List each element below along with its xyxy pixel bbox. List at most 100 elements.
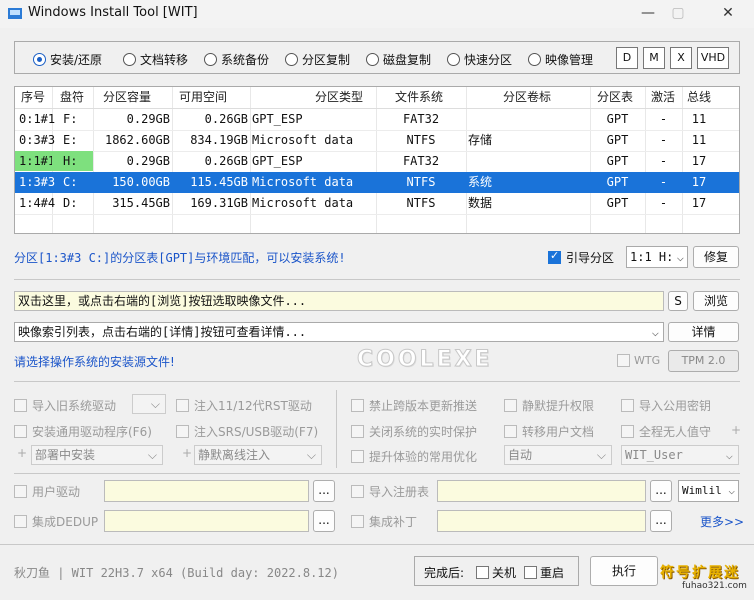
move-user-docs-checkbox[interactable]: 转移用户文档 (504, 422, 594, 440)
table-row-selected[interactable]: 1:3#3 C: 150.00GB 115.45GB Microsoft dat… (15, 172, 739, 193)
col-drive[interactable]: 盘符 (60, 87, 84, 107)
tpm-button[interactable]: TPM 2.0 (668, 350, 739, 372)
deploy-mode-select[interactable]: 部署中安装 ⌵ (31, 445, 163, 465)
s-button[interactable]: S (668, 291, 688, 311)
user-driver-checkbox[interactable]: 用户驱动 (14, 482, 80, 500)
plus-icon[interactable]: + (182, 446, 192, 460)
registry-browse[interactable]: ... (650, 480, 672, 502)
dedup-browse[interactable]: ... (313, 510, 335, 532)
boot-partition-select[interactable]: 1:1 H: ⌵ (626, 246, 688, 268)
restart-checkbox[interactable]: 重启 (524, 564, 564, 581)
col-bus[interactable]: 总线 (687, 87, 711, 107)
integrate-patch-checkbox[interactable]: 集成补丁 (351, 512, 417, 530)
option-label: 导入公用密钥 (639, 398, 712, 413)
import-public-key-checkbox[interactable]: 导入公用密钥 (621, 396, 711, 414)
user-driver-field[interactable] (104, 480, 309, 502)
chevron-down-icon: ⌵ (651, 325, 659, 339)
checkbox (176, 424, 189, 438)
mode-image-manage[interactable]: 映像管理 (528, 51, 593, 67)
table-row[interactable]: 0:1#1 F: 0.29GB 0.26GB GPT_ESP FAT32 GPT… (15, 109, 739, 130)
wtg-checkbox[interactable]: WTG (617, 354, 660, 367)
col-id[interactable]: 序号 (21, 87, 45, 107)
user-name-select[interactable]: WIT_User ⌵ (621, 445, 739, 465)
mode-group: 安装/还原 文档转移 系统备份 分区复制 磁盘复制 快速分区 映像管理 D M … (14, 41, 740, 74)
plus-icon[interactable]: + (731, 423, 741, 437)
cell-size: 1862.60GB (104, 133, 170, 147)
boot-partition-checkbox[interactable]: 引导分区 (548, 249, 614, 266)
auto-select[interactable]: 自动 ⌵ (504, 445, 612, 465)
disable-realtime-checkbox[interactable]: 关闭系统的实时保护 (351, 422, 477, 440)
checkbox (351, 484, 364, 498)
repair-button[interactable]: 修复 (693, 246, 739, 268)
col-free[interactable]: 可用空间 (179, 87, 227, 107)
mode-quick-partition[interactable]: 快速分区 (447, 51, 512, 67)
vhd-button[interactable]: VHD (697, 47, 729, 69)
silent-elevate-checkbox[interactable]: 静默提升权限 (504, 396, 594, 414)
close-button[interactable]: ✕ (714, 2, 742, 24)
option-label: 注入11/12代RST驱动 (194, 398, 312, 413)
after-complete-label: 完成后: (424, 566, 465, 580)
radio-dot (33, 52, 46, 66)
table-row[interactable]: 1:4#4 D: 315.45GB 169.31GB Microsoft dat… (15, 193, 739, 214)
d-button[interactable]: D (616, 47, 638, 69)
unattended-checkbox[interactable]: 全程无人值守 (621, 422, 711, 440)
dedup-field[interactable] (104, 510, 309, 532)
maximize-button[interactable]: ▢ (664, 2, 692, 24)
patch-field[interactable] (437, 510, 646, 532)
table-row[interactable]: 0:3#3 E: 1862.60GB 834.19GB Microsoft da… (15, 130, 739, 151)
wimlib-select[interactable]: Wimlil ⌵ (678, 480, 739, 502)
shutdown-checkbox[interactable]: 关机 (476, 564, 516, 581)
install-generic-drivers-checkbox[interactable]: 安装通用驱动程序(F6) (14, 422, 152, 440)
col-active[interactable]: 激活 (651, 87, 675, 107)
chevron-down-icon: ⌵ (676, 250, 684, 264)
radio-dot (528, 52, 541, 66)
old-driver-select[interactable]: ⌵ (132, 394, 166, 414)
more-link[interactable]: 更多>> (700, 513, 744, 530)
inject-srs-usb-checkbox[interactable]: 注入SRS/USB驱动(F7) (176, 422, 318, 440)
col-type[interactable]: 分区类型 (315, 87, 363, 107)
mode-install[interactable]: 安装/还原 (33, 51, 102, 67)
col-size[interactable]: 分区容量 (103, 87, 151, 107)
cell-bus: 17 (691, 175, 707, 189)
cell-drive: C: (63, 175, 78, 189)
boot-label: 引导分区 (566, 251, 615, 265)
image-path-field[interactable]: 双击这里，或点击右端的[浏览]按钮选取映像文件... (14, 291, 664, 311)
mode-backup[interactable]: 系统备份 (204, 51, 269, 67)
col-label[interactable]: 分区卷标 (503, 87, 551, 107)
import-old-drivers-checkbox[interactable]: 导入旧系统驱动 (14, 396, 116, 414)
mode-partition-copy[interactable]: 分区复制 (285, 51, 350, 67)
cell-id: 0:1#1 (19, 112, 56, 126)
dedup-checkbox[interactable]: 集成DEDUP (14, 512, 98, 530)
option-label: 部署中安装 (35, 448, 96, 462)
image-index-select[interactable]: 映像索引列表，点击右端的[详情]按钮可查看详情... ⌵ (14, 322, 664, 342)
mode-disk-copy[interactable]: 磁盘复制 (366, 51, 431, 67)
app-icon (8, 8, 22, 19)
boot-value: 1:1 H: (630, 250, 674, 264)
registry-field[interactable] (437, 480, 646, 502)
mode-doc-transfer[interactable]: 文档转移 (123, 51, 188, 67)
minimize-button[interactable]: — (634, 2, 662, 24)
option-label: WIT_User (625, 448, 683, 462)
cell-id: 0:3#3 (19, 133, 56, 147)
version-info: 秋刀鱼 | WIT 22H3.7 x64 (Build day: 2022.8.… (14, 566, 339, 580)
inject-mode-select[interactable]: 静默离线注入 ⌵ (194, 445, 322, 465)
x-button[interactable]: X (670, 47, 692, 69)
col-fs[interactable]: 文件系统 (395, 87, 443, 107)
optimize-checkbox[interactable]: 提升体验的常用优化 (351, 447, 477, 465)
browse-button[interactable]: 浏览 (693, 291, 739, 311)
col-pt[interactable]: 分区表 (597, 87, 633, 107)
import-registry-checkbox[interactable]: 导入注册表 (351, 482, 429, 500)
window-title: Windows Install Tool [WIT] (28, 5, 198, 20)
patch-browse[interactable]: ... (650, 510, 672, 532)
plus-icon[interactable]: + (17, 446, 27, 460)
details-button[interactable]: 详情 (668, 322, 739, 342)
inject-rst-checkbox[interactable]: 注入11/12代RST驱动 (176, 396, 312, 414)
partition-table[interactable]: 序号 盘符 分区容量 可用空间 分区类型 文件系统 分区卷标 分区表 激活 总线… (14, 86, 740, 234)
execute-button[interactable]: 执行 (590, 556, 658, 586)
checkbox (621, 398, 634, 412)
m-button[interactable]: M (643, 47, 665, 69)
user-driver-browse[interactable]: ... (313, 480, 335, 502)
table-row[interactable]: 1:1#1 H: 0.29GB 0.26GB GPT_ESP FAT32 GPT… (15, 151, 739, 172)
block-upgrade-checkbox[interactable]: 禁止跨版本更新推送 (351, 396, 477, 414)
watermark: 符号扩展迷 (660, 565, 740, 581)
